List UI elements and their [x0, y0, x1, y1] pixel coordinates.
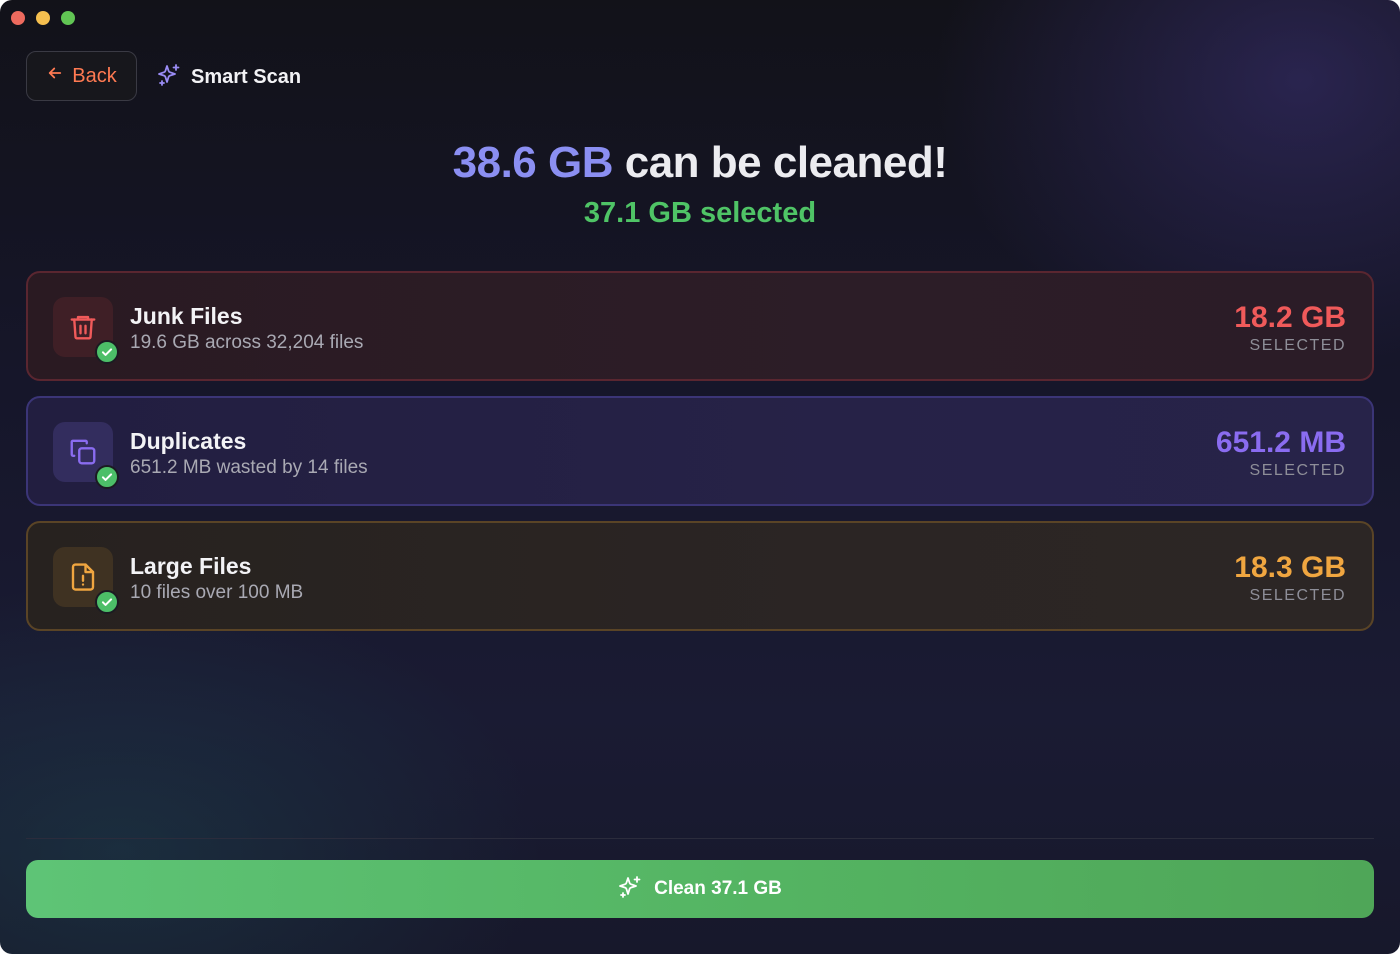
category-subtitle: 651.2 MB wasted by 14 files [130, 457, 368, 478]
category-card-duplicates[interactable]: Duplicates 651.2 MB wasted by 14 files 6… [26, 396, 1374, 506]
sparkles-icon [618, 875, 642, 904]
minimize-window-button[interactable] [36, 11, 50, 25]
back-button-label: Back [72, 64, 117, 87]
category-subtitle: 19.6 GB across 32,204 files [130, 332, 364, 353]
selected-check-icon[interactable] [95, 465, 119, 489]
category-status: SELECTED [1249, 587, 1346, 604]
category-title: Junk Files [130, 303, 243, 329]
footer-divider [26, 838, 1374, 839]
category-status: SELECTED [1249, 337, 1346, 354]
arrow-left-icon [46, 64, 64, 88]
category-card-large-files[interactable]: Large Files 10 files over 100 MB 18.3 GB… [26, 521, 1374, 631]
category-size: 651.2 MB [1215, 426, 1346, 459]
page-title: Smart Scan [191, 66, 302, 88]
category-card-junk-files[interactable]: Junk Files 19.6 GB across 32,204 files 1… [26, 271, 1374, 381]
clean-button-label: Clean 37.1 GB [654, 878, 782, 899]
selected-summary: 37.1 GB selected [583, 197, 817, 229]
selected-check-icon[interactable] [95, 340, 119, 364]
headline-suffix: can be cleaned! [624, 138, 948, 187]
total-cleanable-amount: 38.6 GB [452, 138, 614, 187]
breadcrumb: Smart Scan [157, 63, 301, 92]
sparkles-icon [157, 63, 181, 92]
close-window-button[interactable] [11, 11, 25, 25]
category-subtitle: 10 files over 100 MB [130, 582, 304, 603]
app-window: Back Smart Scan 38.6 GB can be cleaned! … [0, 0, 1400, 954]
category-title: Large Files [130, 553, 252, 579]
summary-headline: 38.6 GB can be cleaned! [0, 138, 1400, 188]
clean-button[interactable]: Clean 37.1 GB [26, 860, 1374, 918]
selected-check-icon[interactable] [95, 590, 119, 614]
back-button[interactable]: Back [26, 51, 137, 101]
category-size: 18.3 GB [1234, 551, 1346, 584]
category-status: SELECTED [1249, 462, 1346, 479]
window-controls [11, 11, 75, 25]
category-size: 18.2 GB [1234, 301, 1346, 334]
maximize-window-button[interactable] [61, 11, 75, 25]
category-title: Duplicates [130, 428, 247, 454]
